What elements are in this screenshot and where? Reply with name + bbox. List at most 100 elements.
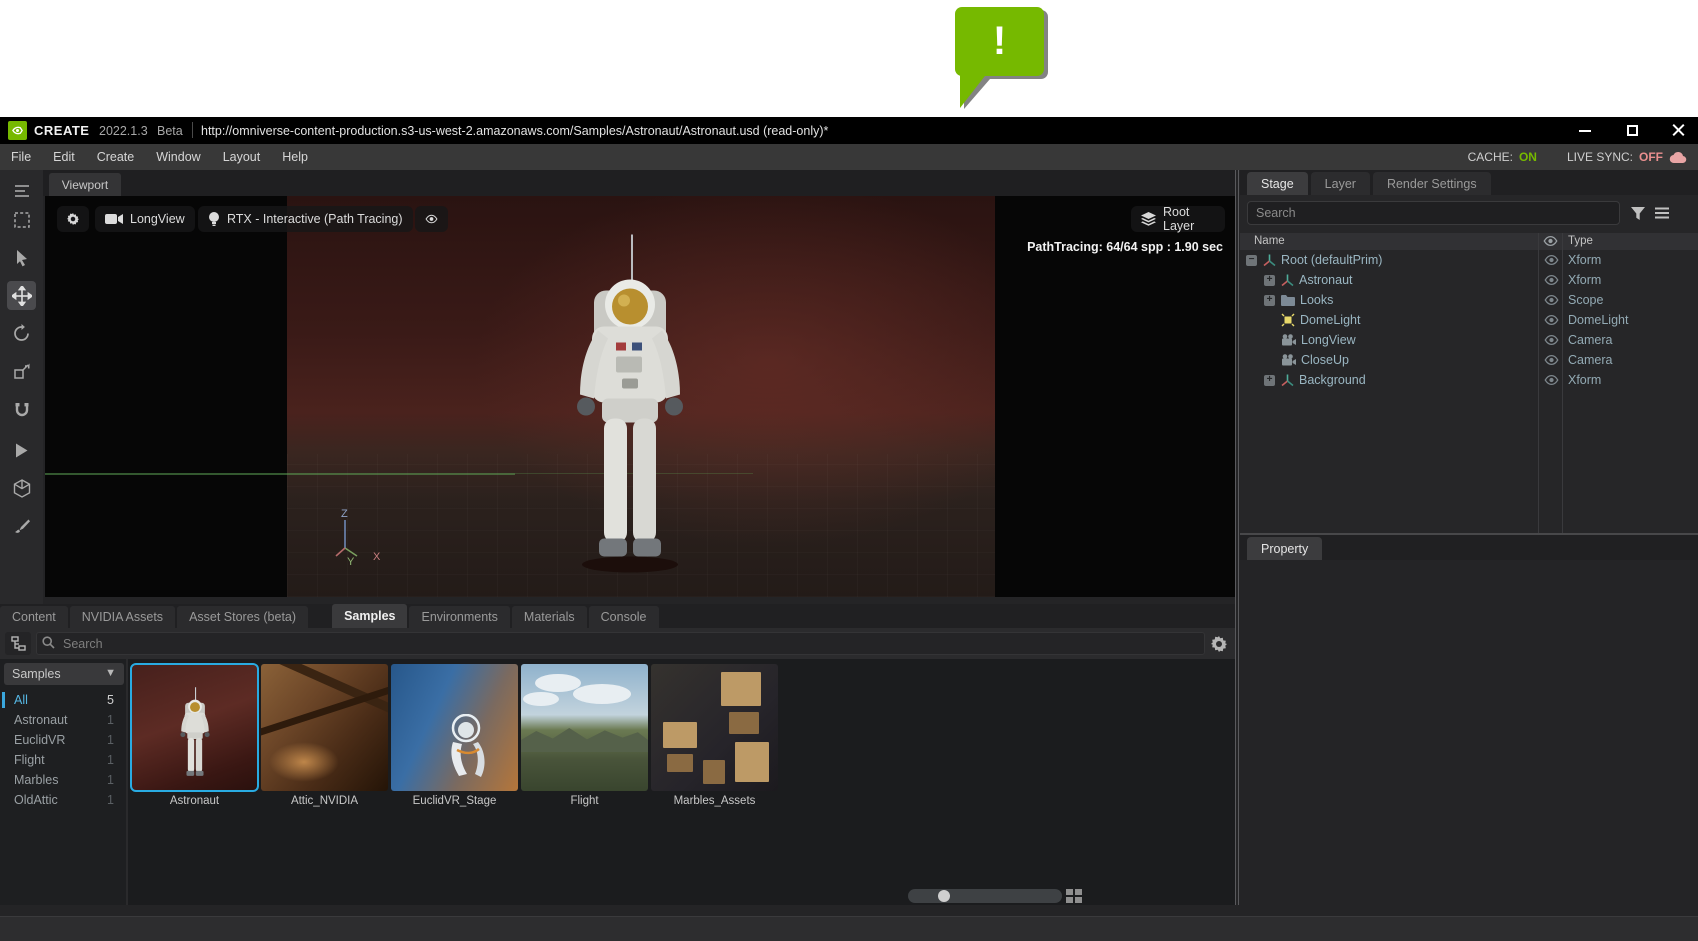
visibility-toggle[interactable] xyxy=(1540,315,1562,325)
menu-help[interactable]: Help xyxy=(271,144,319,170)
grid-view-icon[interactable] xyxy=(1066,889,1082,903)
folder-icon xyxy=(1281,294,1295,306)
viewport-3d[interactable]: Z Y X LongView RTX - Interactive (Path T… xyxy=(45,196,1235,597)
content-settings-button[interactable] xyxy=(1209,634,1229,654)
stage-search-input[interactable] xyxy=(1247,201,1620,225)
root-layer-button[interactable]: Root Layer xyxy=(1131,206,1225,232)
column-name[interactable]: Name xyxy=(1254,235,1285,247)
rotate-tool-button[interactable] xyxy=(7,319,36,348)
visibility-toggle[interactable] xyxy=(1540,335,1562,345)
move-tool-button[interactable] xyxy=(7,281,36,310)
attic-light xyxy=(269,742,339,782)
xform-icon xyxy=(1281,274,1294,287)
tree-row-root[interactable]: − Root (defaultPrim) Xform xyxy=(1240,250,1698,270)
collection-dropdown[interactable]: Samples ▼ xyxy=(4,663,124,685)
options-menu-icon[interactable] xyxy=(1652,203,1672,223)
tab-layer[interactable]: Layer xyxy=(1311,172,1370,195)
minimize-button[interactable] xyxy=(1565,117,1605,144)
filter-astronaut[interactable]: Astronaut 1 xyxy=(0,710,128,730)
collapse-icon[interactable]: − xyxy=(1246,255,1257,266)
titlebar-divider xyxy=(192,122,193,138)
viewport-settings-button[interactable] xyxy=(57,206,89,232)
filter-icon[interactable] xyxy=(1628,203,1648,223)
sample-item-astronaut[interactable] xyxy=(131,664,258,791)
visibility-toggle[interactable] xyxy=(1540,355,1562,365)
tab-materials[interactable]: Materials xyxy=(512,606,587,628)
filter-oldattic[interactable]: OldAttic 1 xyxy=(0,790,128,810)
physics-tool-button[interactable] xyxy=(7,474,36,503)
notification-bubble[interactable]: ! xyxy=(946,2,1066,120)
select-tool-button[interactable] xyxy=(7,205,36,234)
tree-row-astronaut[interactable]: + Astronaut Xform xyxy=(1240,270,1698,290)
tab-asset-stores[interactable]: Asset Stores (beta) xyxy=(177,606,308,628)
tab-console[interactable]: Console xyxy=(589,606,659,628)
expand-icon[interactable]: + xyxy=(1264,275,1275,286)
visibility-toggle[interactable] xyxy=(1540,275,1562,285)
column-visibility-icon[interactable] xyxy=(1543,236,1558,246)
crate-shape xyxy=(663,722,697,748)
expand-icon[interactable]: + xyxy=(1264,295,1275,306)
tree-row-looks[interactable]: + Looks Scope xyxy=(1240,290,1698,310)
crate-shape xyxy=(667,754,693,772)
tree-view-toggle-button[interactable] xyxy=(5,632,31,655)
visibility-toggle[interactable] xyxy=(1540,255,1562,265)
filter-all[interactable]: All 5 xyxy=(0,690,128,710)
column-type[interactable]: Type xyxy=(1568,235,1593,247)
sample-item-marbles[interactable] xyxy=(651,664,778,791)
visibility-toggle[interactable] xyxy=(1540,375,1562,385)
scale-tool-button[interactable] xyxy=(7,356,36,385)
tree-row-longview[interactable]: LongView Camera xyxy=(1240,330,1698,350)
tab-content[interactable]: Content xyxy=(0,606,68,628)
filter-euclidvr[interactable]: EuclidVR 1 xyxy=(0,730,128,750)
visibility-button[interactable] xyxy=(415,206,448,232)
sample-item-euclidvr[interactable] xyxy=(391,664,518,791)
tree-row-background[interactable]: + Background Xform xyxy=(1240,370,1698,390)
visibility-toggle[interactable] xyxy=(1540,295,1562,305)
tab-environments[interactable]: Environments xyxy=(409,606,509,628)
axis-x-label: X xyxy=(373,551,381,563)
menu-layout[interactable]: Layout xyxy=(212,144,272,170)
filter-flight[interactable]: Flight 1 xyxy=(0,750,128,770)
sample-filter-panel: Samples ▼ All 5 Astronaut 1 EuclidVR 1 F… xyxy=(0,659,128,905)
expand-icon[interactable]: + xyxy=(1264,375,1275,386)
camera-selector-button[interactable]: LongView xyxy=(95,206,195,232)
menu-file[interactable]: File xyxy=(0,144,42,170)
snap-tool-button[interactable] xyxy=(7,395,36,424)
menu-create[interactable]: Create xyxy=(86,144,146,170)
livesync-label: LIVE SYNC: xyxy=(1567,150,1633,164)
livesync-value[interactable]: OFF xyxy=(1639,150,1663,164)
cursor-tool-button[interactable] xyxy=(7,243,36,272)
viewport-tab[interactable]: Viewport xyxy=(49,173,121,196)
tree-row-closeup[interactable]: CloseUp Camera xyxy=(1240,350,1698,370)
tab-nvidia-assets[interactable]: NVIDIA Assets xyxy=(70,606,175,628)
close-button[interactable] xyxy=(1658,117,1698,144)
tab-stage[interactable]: Stage xyxy=(1247,172,1308,195)
left-toolbar xyxy=(0,170,43,604)
tab-samples[interactable]: Samples xyxy=(332,604,407,628)
axis-y-label: Y xyxy=(347,556,355,566)
search-icon xyxy=(42,636,55,649)
content-search-input[interactable] xyxy=(36,632,1205,655)
tree-row-domelight[interactable]: DomeLight DomeLight xyxy=(1240,310,1698,330)
paint-tool-button[interactable] xyxy=(7,511,36,540)
stage-panel-tabbar: Stage Layer Render Settings xyxy=(1240,170,1698,195)
toolbar-menu-button[interactable] xyxy=(7,176,36,205)
root-layer-label: Root Layer xyxy=(1163,205,1215,233)
filter-marbles[interactable]: Marbles 1 xyxy=(0,770,128,790)
stage-panel: Stage Layer Render Settings Name Type − … xyxy=(1240,170,1698,533)
zoom-slider-handle[interactable] xyxy=(938,890,950,902)
tab-render-settings[interactable]: Render Settings xyxy=(1373,172,1491,195)
maximize-button[interactable] xyxy=(1612,117,1652,144)
collection-label: Samples xyxy=(12,667,61,681)
astronaut-model[interactable] xyxy=(550,230,710,575)
menu-edit[interactable]: Edit xyxy=(42,144,86,170)
thumbnail-zoom-slider[interactable] xyxy=(908,889,1062,903)
renderer-selector-button[interactable]: RTX - Interactive (Path Tracing) xyxy=(198,206,413,232)
menu-window[interactable]: Window xyxy=(145,144,211,170)
sample-item-attic[interactable] xyxy=(261,664,388,791)
sample-item-flight[interactable] xyxy=(521,664,648,791)
tab-property[interactable]: Property xyxy=(1247,537,1322,560)
play-button[interactable] xyxy=(7,436,36,465)
cache-value[interactable]: ON xyxy=(1519,150,1537,164)
filter-label: EuclidVR xyxy=(14,733,65,747)
